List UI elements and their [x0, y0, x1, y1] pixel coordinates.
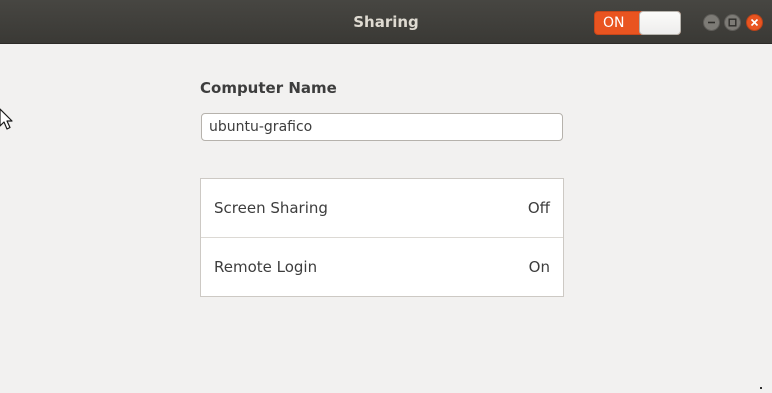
mouse-pointer-icon — [0, 108, 13, 130]
resize-corner-mark — [760, 387, 762, 389]
sharing-window: Sharing ON Computer Name Screen Sharing — [0, 0, 772, 393]
switch-knob[interactable] — [639, 11, 681, 35]
screen-sharing-status: Off — [527, 199, 550, 217]
computer-name-field[interactable] — [201, 113, 563, 141]
screen-sharing-row[interactable]: Screen Sharing Off — [201, 179, 563, 237]
computer-name-label: Computer Name — [200, 79, 337, 97]
maximize-button[interactable] — [724, 14, 741, 31]
sharing-toggle-switch[interactable]: ON — [594, 11, 681, 35]
minimize-button[interactable] — [703, 14, 720, 31]
remote-login-label: Remote Login — [214, 258, 318, 276]
remote-login-status: On — [528, 258, 550, 276]
switch-on-label: ON — [603, 15, 625, 31]
minimize-icon — [708, 21, 715, 24]
close-icon — [750, 18, 759, 27]
screen-sharing-label: Screen Sharing — [214, 199, 328, 217]
sharing-services-list: Screen Sharing Off Remote Login On — [200, 178, 564, 297]
maximize-icon — [728, 18, 737, 27]
header-bar: Sharing ON — [0, 0, 772, 44]
close-button[interactable] — [746, 14, 763, 31]
remote-login-row[interactable]: Remote Login On — [201, 237, 563, 295]
